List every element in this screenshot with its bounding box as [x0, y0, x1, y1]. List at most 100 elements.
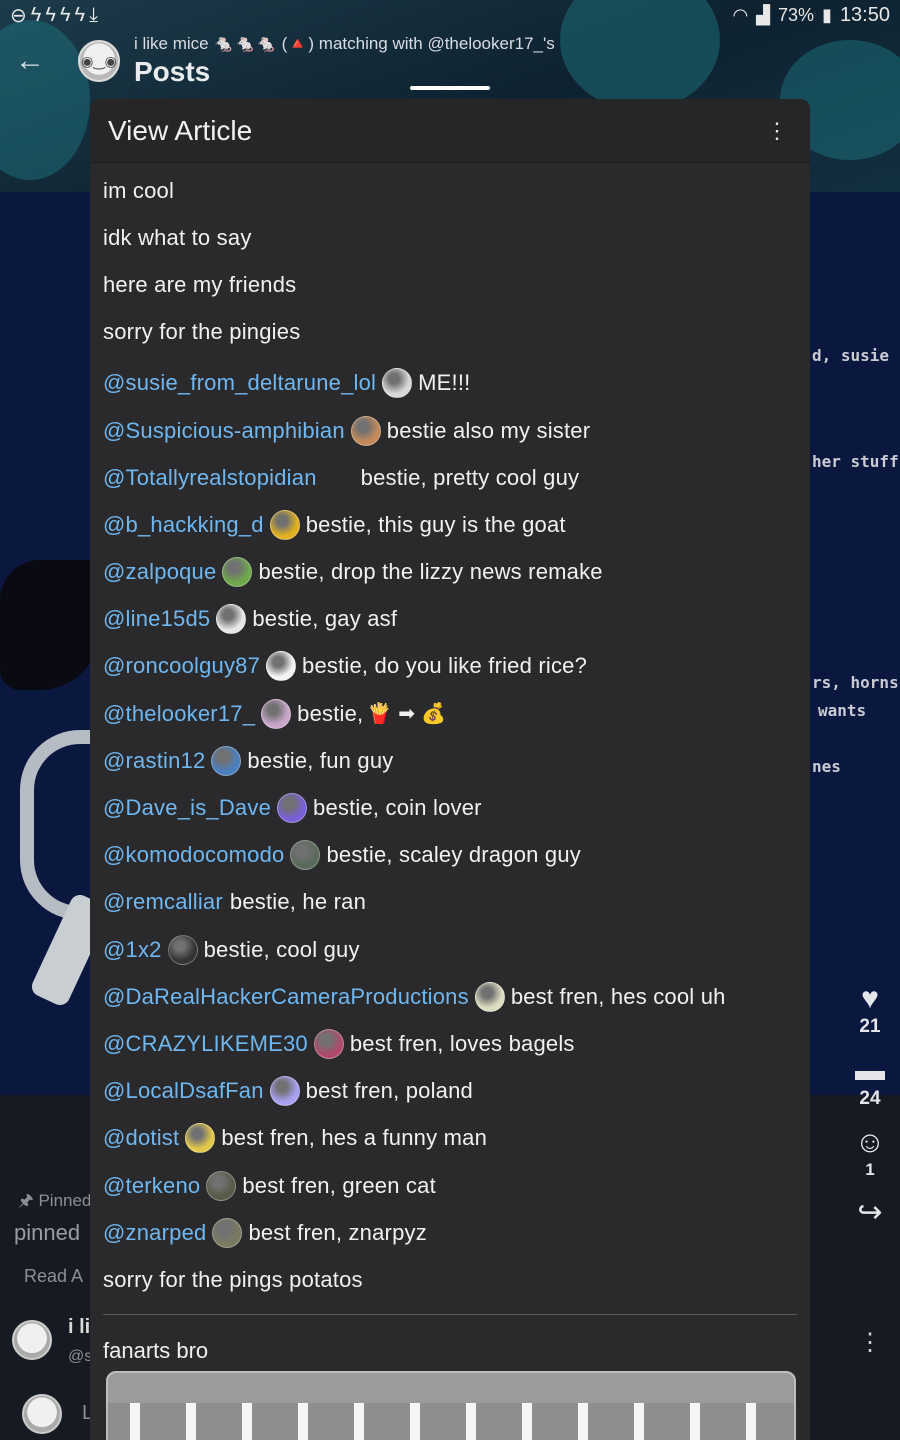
friend-mention-line: @CRAZYLIKEME30 best fren, loves bagels [103, 1020, 797, 1067]
community-avatar[interactable]: ◉‿◉ [78, 40, 120, 82]
battery-icon: ▮ [822, 4, 832, 25]
share-button[interactable]: ↪ [840, 1196, 900, 1230]
friend-note: best fren, poland [305, 1078, 473, 1104]
friend-note: best fren, znarpyz [248, 1219, 427, 1245]
user-avatar[interactable] [216, 604, 247, 635]
user-mention-link[interactable]: @CRAZYLIKEME30 [103, 1031, 308, 1057]
read-more-link[interactable]: Read A [24, 1266, 83, 1287]
signal-icon: ▟ [756, 4, 770, 25]
user-avatar[interactable] [266, 651, 297, 682]
user-mention-link[interactable]: @remcalliar [103, 889, 223, 915]
avatar[interactable] [12, 1320, 52, 1360]
pin-icon: 🖈 [18, 1191, 39, 1210]
image-band [108, 1373, 794, 1403]
user-mention-link[interactable]: @terkeno [103, 1173, 200, 1199]
user-mention-link[interactable]: @line15d5 [103, 606, 210, 632]
user-mention-link[interactable]: @roncoolguy87 [103, 653, 260, 679]
friend-mention-line: @LocalDsafFan best fren, poland [103, 1068, 797, 1115]
user-avatar[interactable] [212, 1217, 243, 1248]
friend-note: bestie, cool guy [203, 936, 360, 962]
user-avatar[interactable] [222, 557, 253, 588]
image-stripes [108, 1403, 794, 1440]
user-mention-link[interactable]: @komodocomodo [103, 842, 284, 868]
background-text: her stuff [812, 452, 899, 471]
user-avatar[interactable] [211, 745, 242, 776]
friend-mention-line: @zalpoque bestie, drop the lizzy news rem… [103, 549, 797, 596]
notification-icons: ⊖ ϟ ϟ ϟ ϟ ⤓ [10, 3, 98, 28]
avatar[interactable] [22, 1394, 62, 1434]
user-mention-link[interactable]: @b_hackking_d [103, 512, 264, 538]
page-title: Posts [134, 56, 211, 87]
bolt-icon: ϟ [45, 3, 56, 26]
bolt-icon: ϟ [30, 3, 42, 26]
article-line: here are my friends [103, 271, 297, 297]
more-vertical-icon[interactable]: ⋮ [762, 118, 792, 144]
bolt-icon: ϟ [59, 3, 71, 26]
friend-note: bestie, pretty cool guy [360, 464, 580, 490]
back-button[interactable]: ← [0, 31, 60, 91]
pinned-label: 🖈 Pinned [18, 1191, 92, 1210]
user-mention-link[interactable]: @DaRealHackerCameraProductions [103, 984, 469, 1010]
friend-mention-line: @dotist best fren, hes a funny man [103, 1115, 797, 1162]
comment-button[interactable]: ▬ 24 [840, 1054, 900, 1110]
props-button[interactable]: ☺ 1 [840, 1126, 900, 1180]
view-article-sheet: View Article ⋮ im cool idk what to say h… [90, 99, 810, 1440]
user-avatar[interactable] [269, 509, 300, 540]
friend-note: bestie, coin lover [313, 795, 482, 821]
user-mention-link[interactable]: @zalpoque [103, 559, 216, 585]
user-mention-link[interactable]: @rastin12 [103, 748, 205, 774]
pinned-title[interactable]: pinned [14, 1220, 80, 1246]
battery-level: 73% [778, 4, 815, 25]
article-line: sorry for the pings potatos [103, 1266, 363, 1292]
more-vertical-icon[interactable]: ⋮ [858, 1328, 882, 1357]
drag-handle[interactable] [410, 86, 490, 90]
user-mention-link[interactable]: @Suspicious-amphibian [103, 418, 345, 444]
friend-note: best fren, green cat [242, 1172, 436, 1198]
props-count: 1 [865, 1160, 875, 1179]
friend-mention-line: @thelooker17_ bestie, 🍟 ➡ 💰 [103, 690, 797, 737]
clock: 13:50 [839, 3, 890, 26]
user-mention-link[interactable]: @Dave_is_Dave [103, 795, 271, 821]
user-avatar[interactable] [382, 368, 413, 399]
user-mention-link[interactable]: @LocalDsafFan [103, 1078, 264, 1104]
minus-circle-icon: ⊖ [10, 4, 27, 27]
user-avatar[interactable] [277, 793, 308, 824]
friend-note: bestie, gay asf [252, 606, 398, 632]
friend-mention-line: @rastin12 bestie, fun guy [103, 737, 797, 784]
friend-note: best fren, hes cool uh [510, 983, 726, 1009]
friend-note: bestie, he ran [229, 889, 367, 915]
user-avatar[interactable] [261, 698, 292, 729]
article-body: im cool idk what to say here are my frie… [90, 167, 810, 1373]
like-button[interactable]: ♥ 21 [840, 982, 900, 1038]
user-avatar[interactable] [313, 1028, 344, 1059]
friend-mention-line: @Dave_is_Dave bestie, coin lover [103, 784, 797, 831]
article-line: im cool [103, 177, 175, 203]
user-avatar[interactable] [185, 1123, 216, 1154]
friend-note: bestie, [297, 700, 364, 726]
sheet-header: View Article ⋮ [90, 99, 810, 163]
face-icon: ◉‿◉ [81, 52, 117, 69]
user-avatar[interactable] [167, 934, 198, 965]
user-avatar[interactable] [269, 1076, 300, 1107]
user-mention-link[interactable]: @1x2 [103, 937, 162, 963]
background-text: wants [818, 701, 867, 720]
user-mention-link[interactable]: @thelooker17_ [103, 701, 255, 727]
friend-note: bestie also my sister [386, 417, 591, 443]
status-bar: ⊖ ϟ ϟ ϟ ϟ ⤓ ◠ ▟ 73% ▮ 13:50 [0, 0, 900, 30]
fanart-image[interactable] [106, 1371, 796, 1440]
author-handle: @s [68, 1348, 93, 1365]
friend-mention-line: @1x2 bestie, cool guy [103, 926, 797, 973]
friend-mention-line: @Totallyrealstopidian bestie, pretty cool… [103, 454, 797, 501]
user-avatar[interactable] [350, 415, 381, 446]
friend-note: bestie, this guy is the goat [305, 511, 566, 537]
user-avatar[interactable] [323, 463, 355, 493]
user-avatar[interactable] [474, 981, 505, 1012]
user-avatar[interactable] [206, 1170, 237, 1201]
user-mention-link[interactable]: @dotist [103, 1125, 179, 1151]
props-icon: ☺ [854, 1126, 886, 1159]
user-mention-link[interactable]: @Totallyrealstopidian [103, 465, 317, 491]
user-mention-link[interactable]: @susie_from_deltarune_lol [103, 370, 376, 396]
user-mention-link[interactable]: @znarped [103, 1220, 206, 1246]
friend-note: best fren, hes a funny man [221, 1125, 488, 1151]
user-avatar[interactable] [290, 840, 321, 871]
